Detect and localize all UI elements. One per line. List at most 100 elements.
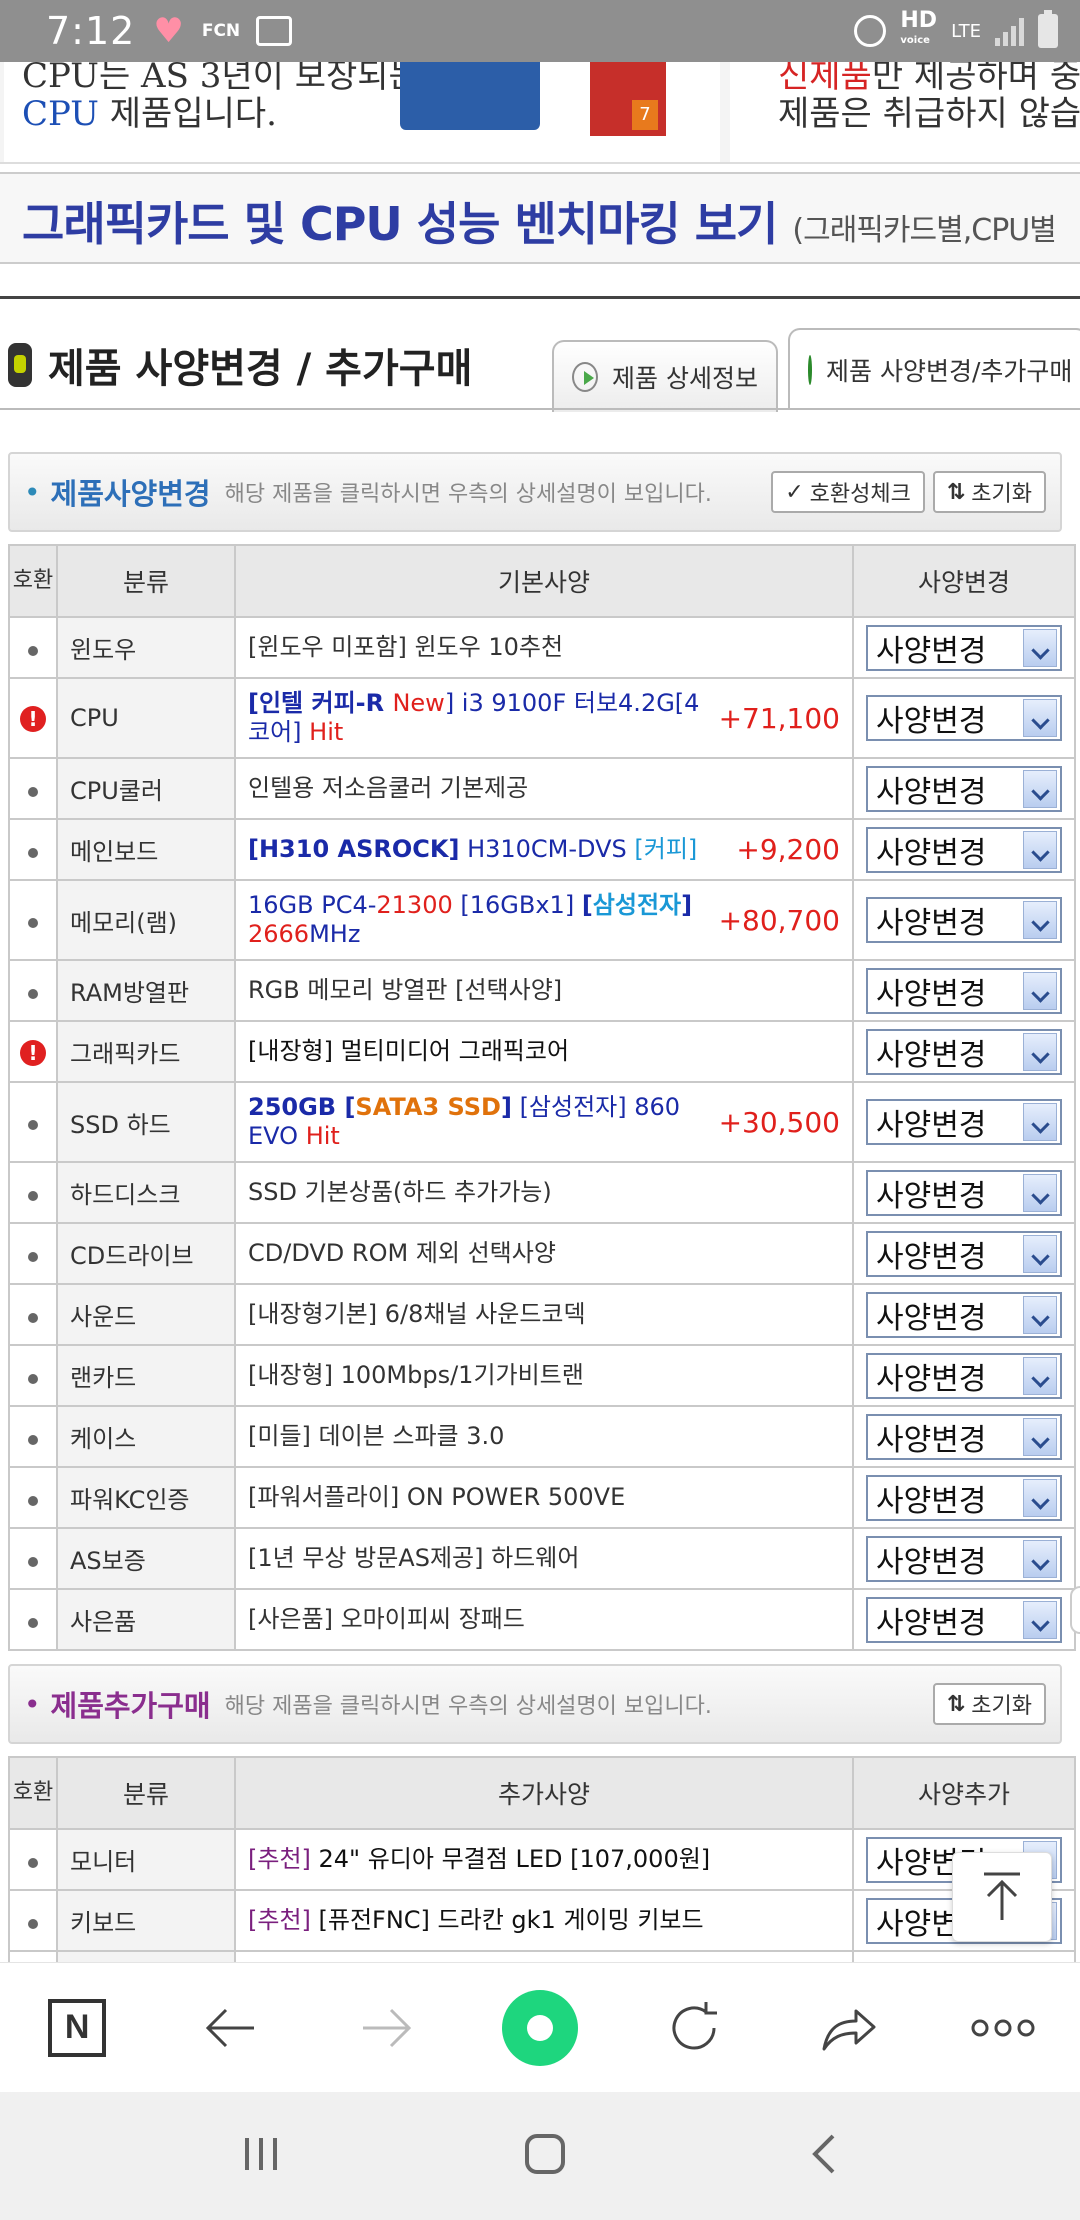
check-icon: ✓ xyxy=(785,479,804,505)
naver-home-button[interactable]: N xyxy=(32,1983,122,2073)
home-icon xyxy=(525,2134,565,2174)
bullet-dot: • xyxy=(24,1687,41,1721)
compat-check-button[interactable]: ✓ 호환성체크 xyxy=(771,471,925,513)
row-category: 키보드 xyxy=(56,1889,236,1952)
header-change: 사양변경 xyxy=(852,544,1076,618)
heart-icon: ♥ xyxy=(153,11,184,51)
spec-change-select[interactable]: 사양변경 xyxy=(866,1352,1062,1399)
row-price: +30,500 xyxy=(718,1105,840,1139)
tab-product-detail[interactable]: 제품 상세정보 xyxy=(552,340,778,412)
more-button[interactable] xyxy=(958,1983,1048,2073)
gallery-search-icon xyxy=(256,16,293,46)
row-category: 그래픽카드 xyxy=(56,1020,236,1083)
tab-spec-change[interactable]: 제품 사양변경/추가구매 xyxy=(788,328,1080,410)
table-row[interactable]: AS보증 [1년 무상 방문AS제공] 하드웨어 사양변경 xyxy=(8,1527,1076,1590)
benchmark-banner[interactable]: 그래픽카드 및 CPU 성능 벤치마킹 보기 (그래픽카드별,CPU별 xyxy=(0,172,1080,264)
row-spec: 250GB [SATA3 SSD] [삼성전자] 860 EVO Hit xyxy=(248,1093,681,1150)
spec-change-select[interactable]: 사양변경 xyxy=(866,1291,1062,1338)
table-row[interactable]: 랜카드 [내장형] 100Mbps/1기가비트랜 사양변경 xyxy=(8,1344,1076,1407)
status-dot xyxy=(28,1434,38,1445)
back-button[interactable] xyxy=(186,1983,276,2073)
nav-back-button[interactable] xyxy=(809,2132,839,2180)
chevron-down-icon xyxy=(1023,1600,1057,1639)
benchmark-title: 그래픽카드 및 CPU 성능 벤치마킹 보기 (그래픽카드별,CPU별 xyxy=(22,197,1057,251)
share-button[interactable] xyxy=(804,1983,894,2073)
table-row[interactable]: 메모리(램) 16GB PC4-21300 [16GBx1] [삼성전자] 26… xyxy=(8,879,1076,961)
table-row[interactable]: 모니터 [추천] 24" 유디아 무결점 LED [107,000원] 사양변경 xyxy=(8,1828,1076,1891)
spec-section-desc: 해당 제품을 클릭하시면 우측의 상세설명이 보입니다. xyxy=(224,482,712,507)
scroll-top-button[interactable] xyxy=(952,1852,1052,1942)
status-dot xyxy=(28,1373,38,1384)
spec-change-select[interactable]: 사양변경 xyxy=(866,826,1062,873)
table-row[interactable]: ! CPU [인텔 커피-R New] i3 9100F 터보4.2G[4코어]… xyxy=(8,677,1076,759)
table-row[interactable]: 하드디스크 SSD 기본상품(하드 추가가능) 사양변경 xyxy=(8,1161,1076,1224)
scroll-handle[interactable] xyxy=(1070,1586,1080,1634)
table-row[interactable]: 파워KC인증 [파워서플라이] ON POWER 500VE 사양변경 xyxy=(8,1466,1076,1529)
spec-change-select[interactable]: 사양변경 xyxy=(866,765,1062,812)
carrier-label: FCN xyxy=(201,21,241,41)
row-category: 사운드 xyxy=(56,1283,236,1346)
bullet-dot: • xyxy=(24,475,41,509)
table-row[interactable]: 사은품 [사은품] 오마이피씨 장패드 사양변경 xyxy=(8,1588,1076,1651)
chevron-down-icon xyxy=(1023,1356,1057,1395)
table-row[interactable]: 윈도우 [윈도우 미포함] 윈도우 10추천 사양변경 xyxy=(8,616,1076,679)
spec-change-select[interactable]: 사양변경 xyxy=(866,695,1062,741)
section-title: 제품 사양변경 / 추가구매 xyxy=(8,336,472,394)
row-category: 윈도우 xyxy=(56,616,236,679)
row-spec: RGB 메모리 방열판 [선택사양] xyxy=(248,976,563,1004)
home-button[interactable] xyxy=(523,2132,567,2180)
section-bullet-icon xyxy=(8,343,32,387)
tab-underline xyxy=(0,408,1080,410)
chevron-down-icon xyxy=(1023,699,1057,737)
table-row[interactable]: 사운드 [내장형기본] 6/8채널 사운드코덱 사양변경 xyxy=(8,1283,1076,1346)
chevron-down-icon xyxy=(1023,1539,1057,1578)
reset-button[interactable]: ⇅ 초기화 xyxy=(932,471,1046,513)
table-row[interactable]: 키보드 [추천] [퓨전FNC] 드라칸 gk1 게이밍 키보드 사양변경 xyxy=(8,1889,1076,1952)
spec-section-header: • 제품사양변경 해당 제품을 클릭하시면 우측의 상세설명이 보입니다. ✓ 호… xyxy=(8,452,1062,532)
table-row[interactable]: SSD 하드 250GB [SATA3 SSD] [삼성전자] 860 EVO … xyxy=(8,1081,1076,1163)
battery-icon xyxy=(1038,10,1058,48)
spec-change-select[interactable]: 사양변경 xyxy=(866,967,1062,1014)
spec-change-select[interactable]: 사양변경 xyxy=(866,1099,1062,1145)
table-row[interactable]: CPU쿨러 인텔용 저소음쿨러 기본제공 사양변경 xyxy=(8,757,1076,820)
spec-change-select[interactable]: 사양변경 xyxy=(866,1413,1062,1460)
add-reset-button[interactable]: ⇅ 초기화 xyxy=(932,1683,1046,1725)
top-banners: CPU는 AS 3년이 보장되는 CPU 제품입니다. 7 신제품만 제공하며 … xyxy=(0,52,1080,164)
status-dot xyxy=(28,1857,38,1868)
status-dot xyxy=(28,918,38,928)
spec-change-select[interactable]: 사양변경 xyxy=(866,1596,1062,1643)
row-category: SSD 하드 xyxy=(56,1081,236,1163)
recent-apps-button[interactable] xyxy=(241,2134,281,2178)
spec-change-select[interactable]: 사양변경 xyxy=(866,897,1062,943)
row-spec: [내장형] 멀티미디어 그래픽코어 xyxy=(248,1037,570,1065)
scroll-top-icon xyxy=(984,1872,1020,1920)
table-row[interactable]: CD드라이브 CD/DVD ROM 제외 선택사양 사양변경 xyxy=(8,1222,1076,1285)
table-row[interactable]: RAM방열판 RGB 메모리 방열판 [선택사양] 사양변경 xyxy=(8,959,1076,1022)
cpu-box-image-red: 7 xyxy=(590,52,666,136)
spec-change-select[interactable]: 사양변경 xyxy=(866,1169,1062,1216)
table-row[interactable]: 케이스 [미들] 데이븐 스파클 3.0 사양변경 xyxy=(8,1405,1076,1468)
reload-button[interactable] xyxy=(649,1983,739,2073)
green-dot-button[interactable] xyxy=(495,1983,585,2073)
row-category: RAM방열판 xyxy=(56,959,236,1022)
row-spec: [파워서플라이] ON POWER 500VE xyxy=(248,1483,626,1511)
spec-change-select[interactable]: 사양변경 xyxy=(866,1230,1062,1277)
chevron-down-icon xyxy=(1023,1417,1057,1456)
table-row[interactable]: 메인보드 [H310 ASROCK] H310CM-DVS [커피] +9,200… xyxy=(8,818,1076,881)
forward-button[interactable] xyxy=(341,1983,431,2073)
tab-label: 제품 상세정보 xyxy=(612,364,758,393)
spec-section-label: 제품사양변경 xyxy=(50,477,211,511)
spec-change-select[interactable]: 사양변경 xyxy=(866,1474,1062,1521)
divider xyxy=(0,296,1080,299)
spec-change-select[interactable]: 사양변경 xyxy=(866,1028,1062,1075)
new-product-banner[interactable]: 신제품만 제공하며 중고 제품은 취급하지 않습니 xyxy=(730,56,1080,162)
cpu-as-banner[interactable]: CPU는 AS 3년이 보장되는 CPU 제품입니다. 7 xyxy=(4,52,720,162)
page: 7:12 ♥ FCN HD voice LTE CPU는 AS 3년이 보장되는 … xyxy=(0,0,1080,2220)
system-nav-bar xyxy=(0,2092,1080,2220)
table-row[interactable]: ! 그래픽카드 [내장형] 멀티미디어 그래픽코어 사양변경 xyxy=(8,1020,1076,1083)
spec-change-select[interactable]: 사양변경 xyxy=(866,624,1062,671)
status-dot xyxy=(28,988,38,999)
row-category: 하드디스크 xyxy=(56,1161,236,1224)
spec-change-select[interactable]: 사양변경 xyxy=(866,1535,1062,1582)
row-spec: [내장형기본] 6/8채널 사운드코덱 xyxy=(248,1300,586,1328)
